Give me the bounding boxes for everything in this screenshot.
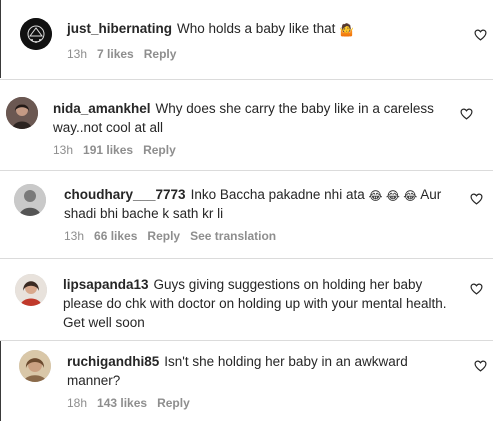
avatar[interactable] bbox=[6, 97, 38, 129]
avatar[interactable] bbox=[15, 274, 47, 306]
comment-body: Inko Baccha pakadne nhi ata bbox=[190, 187, 365, 202]
divider bbox=[0, 258, 493, 259]
heart-icon[interactable] bbox=[470, 283, 483, 295]
likes-count[interactable]: 66 likes bbox=[94, 229, 137, 243]
comment-username[interactable]: just_hibernating bbox=[67, 21, 172, 36]
reply-button[interactable]: Reply bbox=[147, 229, 180, 243]
comment-text: just_hibernating Who holds a baby like th… bbox=[67, 19, 447, 38]
heart-icon[interactable] bbox=[474, 360, 487, 372]
heart-icon[interactable] bbox=[474, 29, 487, 41]
likes-count[interactable]: 191 likes bbox=[83, 143, 133, 157]
comment-time: 13h bbox=[64, 229, 85, 243]
comment-meta: 13h 191 likes Reply bbox=[53, 143, 186, 157]
comment-meta: 18h 143 likes Reply bbox=[67, 396, 200, 410]
reply-button[interactable]: Reply bbox=[144, 47, 177, 61]
comment-meta: 13h 7 likes Reply bbox=[67, 47, 186, 61]
comment-time: 13h bbox=[53, 143, 74, 157]
avatar[interactable] bbox=[19, 350, 51, 382]
heart-icon[interactable] bbox=[460, 108, 473, 120]
shrug-emoji: 🤷 bbox=[339, 23, 355, 37]
comment-text: ruchigandhi85 Isn't she holding her baby … bbox=[67, 352, 447, 390]
comment-time: 13h bbox=[67, 47, 88, 61]
comment-meta: 13h 66 likes Reply See translation bbox=[64, 229, 286, 243]
comment-username[interactable]: ruchigandhi85 bbox=[67, 354, 159, 369]
comment-username[interactable]: nida_amankhel bbox=[53, 101, 151, 116]
see-translation-button[interactable]: See translation bbox=[190, 229, 276, 243]
comment-time: 18h bbox=[67, 396, 88, 410]
left-edge-line bbox=[0, 340, 1, 421]
likes-count[interactable]: 7 likes bbox=[97, 47, 134, 61]
comment-username[interactable]: lipsapanda13 bbox=[63, 277, 149, 292]
laughing-emoji: 😂 😂 😂 bbox=[368, 189, 418, 203]
comment-text: nida_amankhel Why does she carry the baby… bbox=[53, 99, 448, 137]
avatar[interactable] bbox=[14, 184, 46, 216]
divider bbox=[0, 340, 493, 341]
comment-body: Who holds a baby like that bbox=[177, 21, 336, 36]
comment-text: lipsapanda13 Guys giving suggestions on h… bbox=[63, 275, 448, 332]
divider bbox=[0, 170, 493, 171]
left-edge-line bbox=[0, 0, 1, 78]
divider bbox=[0, 79, 493, 80]
heart-icon[interactable] bbox=[470, 193, 483, 205]
comment-username[interactable]: choudhary___7773 bbox=[64, 187, 186, 202]
avatar[interactable] bbox=[20, 18, 52, 50]
likes-count[interactable]: 143 likes bbox=[97, 396, 147, 410]
reply-button[interactable]: Reply bbox=[143, 143, 176, 157]
reply-button[interactable]: Reply bbox=[157, 396, 190, 410]
comment-text: choudhary___7773 Inko Baccha pakadne nhi … bbox=[64, 185, 449, 223]
